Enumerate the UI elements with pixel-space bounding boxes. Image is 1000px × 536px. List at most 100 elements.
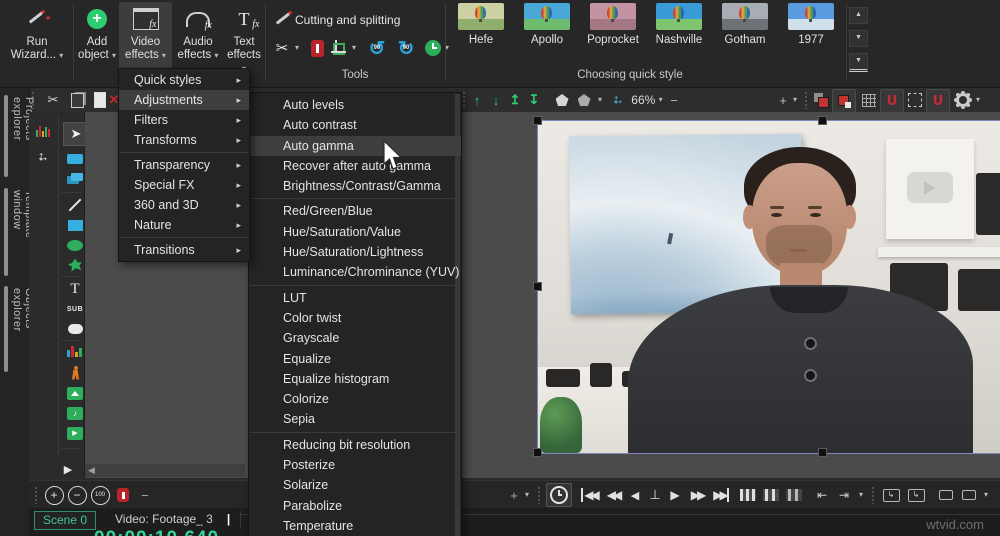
copy-button[interactable] [66, 88, 88, 112]
line-tool[interactable] [64, 196, 86, 214]
run-wizard-button[interactable]: ★ ★ Run Wizard... ▾ [4, 2, 70, 72]
video-object[interactable] [537, 120, 1000, 454]
sprite-tool[interactable] [64, 150, 86, 168]
menu-item-special-fx[interactable]: Special FX ▸ [119, 175, 249, 195]
bring-forward-button[interactable] [810, 88, 832, 112]
settings-button[interactable] [952, 88, 974, 112]
ellipse-tool[interactable] [64, 236, 86, 254]
menu-item-parabolize[interactable]: Parabolize [249, 496, 461, 516]
split-level-2-button[interactable] [958, 481, 980, 509]
view-mode-1-button[interactable] [737, 481, 759, 509]
quick-style-nashville[interactable]: Nashville [650, 3, 708, 46]
subtitles-tool[interactable]: SUB [64, 300, 86, 318]
rectangle-tool[interactable] [64, 216, 86, 234]
menu-item-equalize[interactable]: Equalize [249, 349, 461, 369]
cut-tool-button[interactable]: ✂ [272, 36, 292, 60]
shape-tools-caret[interactable]: ▾ [594, 88, 606, 112]
styles-scroll-up-button[interactable]: ▲ [849, 7, 868, 24]
quick-style-poprocket[interactable]: Poprocket [584, 3, 642, 46]
fast-forward-button[interactable]: ▶▶ [685, 481, 709, 509]
rotate-ccw-button[interactable]: ↺ 90 [366, 36, 388, 60]
scene-tab[interactable]: Scene 0 [34, 511, 97, 530]
timeline-slider-caret[interactable]: ▾ [521, 481, 533, 509]
menu-item-transparency[interactable]: Transparency ▸ [119, 155, 249, 175]
zoom-in-button[interactable]: + [777, 88, 789, 112]
settings-caret[interactable]: ▾ [972, 88, 984, 112]
view-mode-3-button[interactable] [783, 481, 805, 509]
quick-style-apollo[interactable]: Apollo [518, 3, 576, 46]
split-level-1-button[interactable] [935, 481, 957, 509]
menu-item-auto-contrast[interactable]: Auto contrast [249, 115, 461, 135]
timeline-zoom-in-button[interactable]: + [43, 481, 65, 509]
timeline-slider-minus[interactable]: − [139, 481, 151, 509]
audio-effects-button[interactable]: fx Audio effects ▾ [173, 2, 223, 72]
zoom-out-button[interactable]: − [668, 88, 680, 112]
move-bottom-button[interactable]: ↧ [525, 88, 543, 112]
go-to-end-button[interactable]: ▶▶ [709, 481, 733, 509]
quick-style-1977[interactable]: 1977 [782, 3, 840, 46]
group-button[interactable] [552, 88, 572, 112]
text-effects-button[interactable]: Tfx Text effects ▾ [224, 2, 264, 73]
sidebar-tab-objects-explorer[interactable]: Objects explorer [0, 286, 35, 372]
menu-item-recover-after-auto-gamma[interactable]: Recover after auto gamma [249, 156, 461, 176]
insert-scene-button[interactable]: ↳ [879, 481, 903, 509]
menu-item-temperature[interactable]: Temperature [249, 516, 461, 536]
palette-expand-button[interactable]: ▶ [57, 460, 79, 478]
snap-objects-button[interactable]: U [926, 89, 950, 113]
resize-handle-bottom-middle[interactable] [818, 448, 827, 457]
video-effects-button[interactable]: fx Video effects ▾ [119, 2, 172, 72]
quick-style-gotham[interactable]: Gotham [716, 3, 774, 46]
zoom-level-select[interactable]: 66% ▾ [630, 88, 664, 112]
resize-handle-bottom-left[interactable] [533, 448, 542, 457]
sidebar-tab-projects-explorer[interactable]: Projects explorer [0, 95, 35, 177]
move-down-button[interactable]: ↓ [487, 88, 505, 112]
menu-item-adjustments[interactable]: Adjustments ▸ [119, 90, 249, 110]
menu-item-luminance-chrominance-yuv[interactable]: Luminance/Chrominance (YUV) [249, 262, 461, 282]
split-tool-button[interactable] [308, 36, 326, 60]
jump-clip-start-button[interactable]: ⇤ [811, 481, 833, 509]
timeline-slider-plus[interactable]: + [507, 481, 521, 509]
resize-handle-middle-left[interactable] [533, 282, 542, 291]
ungroup-button[interactable] [574, 88, 594, 112]
speed-tool-caret[interactable]: ▾ [442, 36, 452, 60]
menu-item-color-twist[interactable]: Color twist [249, 308, 461, 328]
rotate-cw-button[interactable]: ↻ 90 [395, 36, 417, 60]
menu-item-colorize[interactable]: Colorize [249, 389, 461, 409]
send-backward-button[interactable] [832, 89, 856, 113]
menu-item-grayscale[interactable]: Grayscale [249, 328, 461, 348]
play-button[interactable]: ▶ [665, 481, 685, 509]
menu-item-reducing-bit-resolution[interactable]: Reducing bit resolution [249, 435, 461, 455]
menu-item-red-green-blue[interactable]: Red/Green/Blue [249, 201, 461, 221]
speed-tool-button[interactable] [423, 36, 443, 60]
menu-item-posterize[interactable]: Posterize [249, 455, 461, 475]
menu-item-filters[interactable]: Filters ▸ [119, 110, 249, 130]
menu-item-nature[interactable]: Nature ▸ [119, 215, 249, 235]
menu-item-auto-gamma[interactable]: Auto gamma [249, 135, 461, 156]
menu-item-sepia[interactable]: Sepia [249, 409, 461, 429]
rewind-button[interactable]: ◀◀ [601, 481, 625, 509]
duplicate-tool[interactable] [64, 170, 86, 188]
timeline-zoom-reset-button[interactable]: 100 [89, 481, 111, 509]
zoom-caret[interactable]: ▾ [789, 88, 801, 112]
move-top-button[interactable]: ↥ [506, 88, 524, 112]
pan-tool[interactable]: ↔ ↔ [32, 148, 54, 166]
timeline-zoom-out-button[interactable]: − [66, 481, 88, 509]
jump-clip-end-button[interactable]: ⇥ [833, 481, 855, 509]
split-caret[interactable]: ▾ [980, 481, 992, 509]
view-mode-2-button[interactable] [760, 481, 782, 509]
audio-mixer-tool[interactable] [32, 124, 54, 142]
show-grid-button[interactable] [858, 88, 880, 112]
add-object-button[interactable]: + Add object ▾ [76, 2, 118, 72]
menu-item-hue-saturation-lightness[interactable]: Hue/Saturation/Lightness [249, 242, 461, 262]
clip-tab[interactable]: Video: Footage_ 3 | [105, 511, 242, 528]
append-scene-button[interactable]: ↳ [904, 481, 928, 509]
menu-item-hue-saturation-value[interactable]: Hue/Saturation/Value [249, 222, 461, 242]
timeline-film-button[interactable] [113, 481, 133, 509]
time-display-button[interactable] [545, 481, 573, 509]
menu-item-auto-levels[interactable]: Auto levels [249, 95, 461, 115]
sidebar-tab-template-window[interactable]: Template window [0, 188, 35, 276]
set-marker-button[interactable]: ⊥ [645, 481, 665, 509]
menu-item-360-and-3d[interactable]: 360 and 3D ▸ [119, 195, 249, 215]
resize-handle-top-middle[interactable] [818, 116, 827, 125]
selection-mode-button[interactable] [904, 88, 926, 112]
